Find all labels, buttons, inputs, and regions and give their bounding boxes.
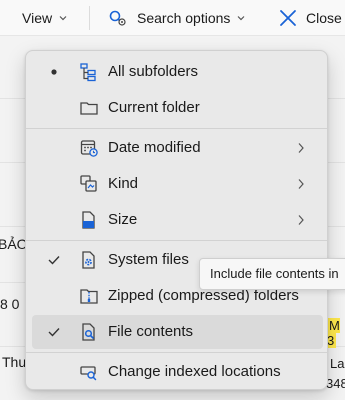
toolbar-divider [89,6,90,30]
view-icon [0,10,12,26]
menu-item-label: Current folder [108,99,200,116]
view-button[interactable]: View [0,0,68,36]
chevron-down-icon [237,16,245,21]
file-search-icon [82,323,95,341]
indexed-locations-icon [80,366,97,381]
search-options-icon [109,10,126,26]
list-item[interactable]: Thu [2,354,26,370]
menu-separator [26,352,327,353]
chevron-right-icon [298,215,304,225]
search-options-label: Search options [137,10,231,26]
menu-item-size[interactable]: Size [32,203,323,237]
menu-item-all-subfolders[interactable]: All subfolders [32,55,323,89]
bullet-icon [46,55,62,89]
menu-separator [26,128,327,129]
list-item[interactable]: BẢO [0,236,28,252]
list-item-detail: Lai [330,356,345,371]
menu-item-label: System files [108,251,189,268]
menu-item-label: All subfolders [108,63,199,80]
menu-item-current-folder[interactable]: Current folder [32,91,323,125]
menu-item-label: Size [108,211,138,228]
chevron-right-icon [298,179,304,189]
system-file-icon [82,251,95,269]
check-icon [46,243,62,277]
menu-separator [26,240,327,241]
menu-item-file-contents[interactable]: File contents [32,315,323,349]
tooltip: Include file contents in [199,258,345,290]
subfolders-icon [80,63,96,82]
calendar-icon [80,140,98,157]
menu-item-kind[interactable]: Kind [32,167,323,201]
close-search-button[interactable]: Close [279,0,342,36]
zip-folder-icon [80,289,98,304]
chevron-right-icon [298,143,304,153]
menu-item-label: Date modified [108,139,201,156]
list-item-detail: 348 [326,376,345,391]
size-icon [82,211,95,229]
view-label: View [22,10,53,26]
search-options-menu: All subfolders Current folder Date modif… [25,50,328,390]
menu-item-label: File contents [108,323,194,340]
menu-item-label: Kind [108,175,139,192]
menu-item-label: Change indexed locations [108,363,281,380]
close-label: Close [306,10,342,26]
chevron-down-icon [59,16,67,21]
kind-icon [80,175,97,192]
list-item-detail: M 3 [327,318,340,348]
explorer-window: View Search options Close BẢO 8 0 Thu M … [0,0,345,400]
folder-icon [80,102,98,115]
menu-item-change-indexed-locations[interactable]: Change indexed locations [32,355,323,389]
check-icon [46,315,62,349]
close-icon [280,10,296,26]
command-bar: View Search options Close [0,0,345,36]
list-item[interactable]: 8 0 [0,296,19,312]
menu-item-date-modified[interactable]: Date modified [32,131,323,165]
search-options-button[interactable]: Search options [108,0,246,36]
